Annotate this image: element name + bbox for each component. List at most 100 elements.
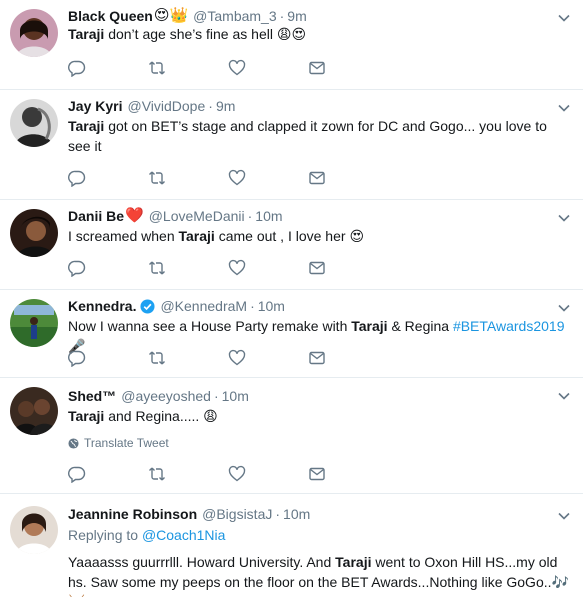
timestamp[interactable]: 10m xyxy=(283,506,310,522)
direct-message-icon xyxy=(309,61,325,75)
separator-dot: · xyxy=(213,388,219,404)
like-icon xyxy=(228,59,246,76)
like-button[interactable] xyxy=(228,258,308,278)
tweet-header: Danii Be ❤️ @LoveMeDanii · 10m xyxy=(68,206,283,226)
like-button[interactable] xyxy=(228,464,308,484)
avatar[interactable] xyxy=(10,506,58,554)
tweet[interactable]: Shed™ @ayeeyoshed · 10m Taraji and Regin… xyxy=(0,378,583,494)
tweet-header: Shed™ @ayeeyoshed · 10m xyxy=(68,386,249,406)
retweet-button[interactable] xyxy=(148,258,228,278)
fullname[interactable]: Kennedra. xyxy=(68,298,136,314)
caret-down-icon[interactable] xyxy=(557,509,571,523)
username[interactable]: @LoveMeDanii xyxy=(149,208,245,224)
replying-to: Replying to @Coach1Nia xyxy=(68,527,225,543)
fullname[interactable]: Jeannine Robinson xyxy=(68,506,197,522)
caret-down-icon[interactable] xyxy=(557,211,571,225)
tweet-text: Taraji and Regina..... 😩 xyxy=(68,406,573,426)
reply-icon xyxy=(68,260,86,277)
direct-message-button[interactable] xyxy=(308,464,388,484)
caret-down-icon[interactable] xyxy=(557,11,571,25)
reply-button[interactable] xyxy=(68,168,148,188)
timestamp[interactable]: 9m xyxy=(216,98,235,114)
separator-dot: · xyxy=(275,506,281,522)
direct-message-button[interactable] xyxy=(308,348,388,368)
tweet-text: I screamed when Taraji came out , I love… xyxy=(68,226,573,246)
replying-to-label: Replying to xyxy=(68,527,139,543)
reply-icon xyxy=(68,466,86,483)
fullname[interactable]: Jay Kyri xyxy=(68,98,122,114)
like-icon xyxy=(228,169,246,186)
tweet-header: Jeannine Robinson @BigsistaJ · 10m xyxy=(68,504,310,524)
username[interactable]: @Tambam_3 xyxy=(193,8,276,24)
fullname[interactable]: Shed™ xyxy=(68,388,116,404)
avatar[interactable] xyxy=(10,99,58,147)
tweet-text-segment: 😩 xyxy=(203,408,218,424)
direct-message-button[interactable] xyxy=(308,58,388,78)
direct-message-icon xyxy=(309,171,325,185)
reply-button[interactable] xyxy=(68,258,148,278)
timestamp[interactable]: 10m xyxy=(255,208,282,224)
avatar[interactable] xyxy=(10,209,58,257)
tweet-text-segment: came out , I love her xyxy=(214,228,350,244)
retweet-button[interactable] xyxy=(148,464,228,484)
highlighted-keyword: Taraji xyxy=(178,228,215,244)
direct-message-button[interactable] xyxy=(308,168,388,188)
timestamp[interactable]: 10m xyxy=(222,388,249,404)
translate-tweet-link[interactable]: Translate Tweet xyxy=(68,436,169,450)
tweet-text-segment: got on BET’s stage and clapped it zown f… xyxy=(68,118,547,154)
tweet-header: Jay Kyri @VividDope · 9m xyxy=(68,96,235,116)
retweet-button[interactable] xyxy=(148,168,228,188)
tweet-text-segment: & Regina xyxy=(387,318,453,334)
timestamp[interactable]: 9m xyxy=(287,8,306,24)
tweet-text: Taraji got on BET’s stage and clapped it… xyxy=(68,116,573,156)
like-icon xyxy=(228,349,246,366)
retweet-button[interactable] xyxy=(148,348,228,368)
tweet-actions xyxy=(68,464,388,484)
tweet-text-segment: Yaaaasss guurrrlll. Howard University. A… xyxy=(68,554,336,570)
tweet-text-segment: don’t age she’s fine as hell xyxy=(104,26,277,42)
like-button[interactable] xyxy=(228,348,308,368)
username[interactable]: @BigsistaJ xyxy=(202,506,272,522)
tweet-actions xyxy=(68,168,388,188)
username[interactable]: @VividDope xyxy=(127,98,205,114)
separator-dot: · xyxy=(279,8,285,24)
retweet-button[interactable] xyxy=(148,58,228,78)
fullname[interactable]: Danii Be xyxy=(68,208,124,224)
direct-message-icon xyxy=(309,467,325,481)
hashtag-link[interactable]: #BETAwards2019 xyxy=(453,318,565,334)
like-button[interactable] xyxy=(228,168,308,188)
username[interactable]: @KennedraM xyxy=(160,298,247,314)
avatar[interactable] xyxy=(10,9,58,57)
tweet-actions xyxy=(68,348,388,368)
highlighted-keyword: Taraji xyxy=(68,118,105,134)
tweet[interactable]: Jeannine Robinson @BigsistaJ · 10m Reply… xyxy=(0,494,583,597)
reply-mention-link[interactable]: @Coach1Nia xyxy=(142,527,225,543)
reply-button[interactable] xyxy=(68,58,148,78)
username[interactable]: @ayeeyoshed xyxy=(121,388,211,404)
caret-down-icon[interactable] xyxy=(557,389,571,403)
tweet-text-segment: Now I wanna see a House Party remake wit… xyxy=(68,318,352,334)
reply-icon xyxy=(68,60,86,77)
reply-button[interactable] xyxy=(68,464,148,484)
tweet[interactable]: Danii Be ❤️ @LoveMeDanii · 10m I screame… xyxy=(0,200,583,290)
caret-down-icon[interactable] xyxy=(557,101,571,115)
tweet[interactable]: Jay Kyri @VividDope · 9m Taraji got on B… xyxy=(0,90,583,200)
tweet-header: Black Queen 😍👑 @Tambam_3 · 9m xyxy=(68,6,307,26)
globe-icon xyxy=(68,437,79,449)
fullname[interactable]: Black Queen xyxy=(68,8,153,24)
highlighted-keyword: Taraji xyxy=(335,554,372,570)
tweet-text-segment: I screamed when xyxy=(68,228,179,244)
tweet[interactable]: Kennedra. @KennedraM · 10m Now I wanna s… xyxy=(0,290,583,378)
avatar[interactable] xyxy=(10,387,58,435)
tweet-header: Kennedra. @KennedraM · 10m xyxy=(68,296,285,316)
reply-button[interactable] xyxy=(68,348,148,368)
like-button[interactable] xyxy=(228,58,308,78)
caret-down-icon[interactable] xyxy=(557,301,571,315)
tweet-text: Taraji don’t age she’s fine as hell 😩😍 xyxy=(68,24,573,44)
timestamp[interactable]: 10m xyxy=(258,298,285,314)
direct-message-button[interactable] xyxy=(308,258,388,278)
avatar[interactable] xyxy=(10,299,58,347)
retweet-icon xyxy=(149,261,165,275)
tweet[interactable]: Black Queen 😍👑 @Tambam_3 · 9m Taraji don… xyxy=(0,0,583,90)
tweet-actions xyxy=(68,258,388,278)
